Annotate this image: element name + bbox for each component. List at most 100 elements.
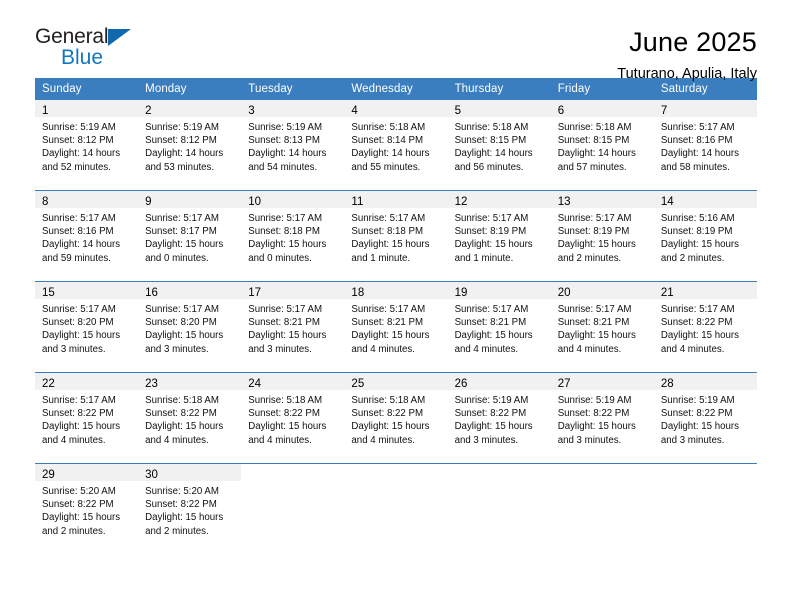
calendar-day-cell[interactable]: 11 Sunrise: 5:17 AM Sunset: 8:18 PM Dayligh… [344, 190, 448, 282]
day-details: Sunrise: 5:19 AM Sunset: 8:13 PM Daylight:… [241, 117, 344, 174]
calendar-day-cell[interactable]: 27 Sunrise: 5:19 AM Sunset: 8:22 PM Dayligh… [550, 372, 654, 464]
calendar-day-cell[interactable]: 4 Sunrise: 5:18 AM Sunset: 8:14 PM Daylight… [344, 100, 448, 191]
calendar-day-cell[interactable]: 13 Sunrise: 5:17 AM Sunset: 8:19 PM Dayligh… [550, 190, 654, 282]
sunrise-text: Sunrise: 5:17 AM [557, 304, 632, 315]
calendar-day-cell[interactable]: 19 Sunrise: 5:17 AM Sunset: 8:21 PM Dayligh… [447, 281, 551, 373]
day-number-band [448, 464, 551, 481]
day-number: 13 [557, 196, 571, 208]
calendar-day-cell[interactable]: 22 Sunrise: 5:17 AM Sunset: 8:22 PM Dayligh… [35, 372, 139, 464]
day-number-band: 3 [241, 100, 345, 117]
calendar-day-cell[interactable]: 30 Sunrise: 5:20 AM Sunset: 8:22 PM Dayligh… [138, 463, 242, 554]
day-number-band: 26 [447, 373, 551, 390]
calendar-day-cell[interactable]: 7 Sunrise: 5:17 AM Sunset: 8:16 PM Daylight… [653, 100, 757, 191]
day-number: 30 [145, 469, 158, 481]
sunrise-text: Sunrise: 5:17 AM [42, 213, 116, 224]
calendar-day-cell[interactable]: 14 Sunrise: 5:16 AM Sunset: 8:19 PM Dayligh… [653, 190, 757, 282]
generalblue-logo[interactable]: General Blue [35, 26, 155, 78]
day-number-band: 1 [35, 100, 139, 117]
daylight-text: Daylight: 15 hours and 3 minutes. [248, 330, 327, 355]
daylight-text: Daylight: 15 hours and 4 minutes. [145, 421, 224, 446]
day-cell-content: 5 Sunrise: 5:18 AM Sunset: 8:15 PM Daylight… [447, 100, 551, 190]
sunset-text: Sunset: 8:18 PM [351, 226, 424, 238]
sunset-text: Sunset: 8:22 PM [557, 408, 630, 420]
daylight-text: Daylight: 15 hours and 4 minutes. [351, 421, 430, 446]
day-number-band: 18 [344, 282, 448, 299]
day-number-band: 4 [344, 100, 448, 117]
day-cell-content [551, 464, 654, 554]
sunrise-text: Sunrise: 5:17 AM [42, 395, 116, 406]
calendar-day-cell[interactable]: 9 Sunrise: 5:17 AM Sunset: 8:17 PM Daylight… [138, 190, 242, 282]
day-cell-content: 6 Sunrise: 5:18 AM Sunset: 8:15 PM Daylight… [550, 100, 654, 190]
day-number: 4 [351, 105, 358, 117]
daylight-text: Daylight: 15 hours and 0 minutes. [248, 239, 327, 264]
day-number: 9 [145, 196, 152, 208]
day-number-band: 6 [550, 100, 654, 117]
day-details: Sunrise: 5:17 AM Sunset: 8:19 PM Daylight:… [448, 208, 551, 265]
day-cell-content [241, 464, 344, 554]
day-number: 6 [557, 105, 565, 117]
calendar-day-cell[interactable]: 2 Sunrise: 5:19 AM Sunset: 8:12 PM Daylight… [138, 100, 242, 191]
sunset-text: Sunset: 8:22 PM [660, 408, 733, 420]
day-cell-content: 22 Sunrise: 5:17 AM Sunset: 8:22 PM Dayligh… [35, 373, 139, 463]
daylight-text: Daylight: 15 hours and 1 minute. [351, 239, 430, 264]
calendar-day-cell[interactable]: 23 Sunrise: 5:18 AM Sunset: 8:22 PM Dayligh… [138, 372, 242, 464]
day-number: 21 [660, 287, 674, 299]
calendar-day-cell[interactable]: 10 Sunrise: 5:17 AM Sunset: 8:18 PM Dayligh… [241, 190, 345, 282]
day-details: Sunrise: 5:17 AM Sunset: 8:20 PM Daylight:… [35, 299, 138, 356]
calendar-week-row: 29 Sunrise: 5:20 AM Sunset: 8:22 PM Dayligh… [35, 463, 757, 554]
calendar-day-cell[interactable]: 5 Sunrise: 5:18 AM Sunset: 8:15 PM Daylight… [447, 100, 551, 191]
calendar-day-cell[interactable]: 17 Sunrise: 5:17 AM Sunset: 8:21 PM Dayligh… [241, 281, 345, 373]
day-number-band: 14 [653, 191, 757, 208]
calendar-day-cell[interactable]: 26 Sunrise: 5:19 AM Sunset: 8:22 PM Dayligh… [447, 372, 551, 464]
daylight-text: Daylight: 15 hours and 4 minutes. [248, 421, 327, 446]
calendar-day-cell[interactable]: 20 Sunrise: 5:17 AM Sunset: 8:21 PM Dayligh… [550, 281, 654, 373]
sunrise-text: Sunrise: 5:19 AM [145, 122, 219, 133]
logo-triangle-icon [108, 29, 131, 46]
day-details: Sunrise: 5:17 AM Sunset: 8:20 PM Daylight:… [138, 299, 241, 356]
calendar-day-cell[interactable]: 21 Sunrise: 5:17 AM Sunset: 8:22 PM Dayligh… [653, 281, 757, 373]
day-number: 29 [42, 469, 55, 481]
daylight-text: Daylight: 15 hours and 3 minutes. [557, 421, 636, 446]
calendar-day-cell[interactable]: 29 Sunrise: 5:20 AM Sunset: 8:22 PM Dayligh… [35, 463, 139, 554]
sunset-text: Sunset: 8:15 PM [557, 135, 630, 147]
day-details: Sunrise: 5:18 AM Sunset: 8:22 PM Daylight:… [138, 390, 241, 447]
title-block: June 2025 Tuturano, Apulia, Italy [617, 26, 757, 84]
day-cell-content: 23 Sunrise: 5:18 AM Sunset: 8:22 PM Dayligh… [138, 373, 242, 463]
day-cell-content: 8 Sunrise: 5:17 AM Sunset: 8:16 PM Daylight… [35, 191, 139, 281]
calendar-day-cell[interactable]: 6 Sunrise: 5:18 AM Sunset: 8:15 PM Daylight… [550, 100, 654, 191]
calendar-day-cell[interactable]: 18 Sunrise: 5:17 AM Sunset: 8:21 PM Dayligh… [344, 281, 448, 373]
weekday-header-sunday: Sunday [35, 78, 139, 100]
day-details: Sunrise: 5:17 AM Sunset: 8:18 PM Daylight:… [241, 208, 344, 265]
calendar-day-cell [344, 463, 448, 554]
sunrise-text: Sunrise: 5:18 AM [145, 395, 219, 406]
sunset-text: Sunset: 8:20 PM [42, 317, 114, 329]
day-number: 27 [557, 378, 571, 390]
daylight-text: Daylight: 14 hours and 54 minutes. [248, 148, 327, 173]
calendar-day-cell[interactable]: 16 Sunrise: 5:17 AM Sunset: 8:20 PM Dayligh… [138, 281, 242, 373]
sunrise-text: Sunrise: 5:17 AM [145, 213, 219, 224]
sunrise-text: Sunrise: 5:17 AM [248, 304, 323, 315]
sunrise-text: Sunrise: 5:20 AM [145, 486, 219, 497]
calendar-day-cell[interactable]: 25 Sunrise: 5:18 AM Sunset: 8:22 PM Dayligh… [344, 372, 448, 464]
weekday-header-monday: Monday [138, 78, 242, 100]
day-number: 12 [454, 196, 468, 208]
daylight-text: Daylight: 14 hours and 52 minutes. [42, 148, 121, 173]
sunrise-text: Sunrise: 5:19 AM [42, 122, 116, 133]
calendar-day-cell[interactable]: 15 Sunrise: 5:17 AM Sunset: 8:20 PM Dayligh… [35, 281, 139, 373]
day-cell-content: 17 Sunrise: 5:17 AM Sunset: 8:21 PM Dayligh… [241, 282, 345, 372]
page-title: June 2025 [629, 27, 757, 57]
day-cell-content: 11 Sunrise: 5:17 AM Sunset: 8:18 PM Dayligh… [344, 191, 448, 281]
day-details: Sunrise: 5:20 AM Sunset: 8:22 PM Daylight:… [138, 481, 241, 538]
calendar-day-cell[interactable]: 1 Sunrise: 5:19 AM Sunset: 8:12 PM Daylight… [35, 100, 139, 191]
calendar-day-cell[interactable]: 12 Sunrise: 5:17 AM Sunset: 8:19 PM Dayligh… [447, 190, 551, 282]
sunset-text: Sunset: 8:22 PM [42, 408, 114, 420]
sunset-text: Sunset: 8:18 PM [248, 226, 320, 238]
sunrise-text: Sunrise: 5:19 AM [660, 395, 735, 406]
calendar-day-cell[interactable]: 28 Sunrise: 5:19 AM Sunset: 8:22 PM Dayligh… [653, 372, 757, 464]
day-details: Sunrise: 5:17 AM Sunset: 8:21 PM Daylight:… [344, 299, 447, 356]
calendar-day-cell[interactable]: 8 Sunrise: 5:17 AM Sunset: 8:16 PM Daylight… [35, 190, 139, 282]
day-cell-content: 19 Sunrise: 5:17 AM Sunset: 8:21 PM Dayligh… [447, 282, 551, 372]
calendar-day-cell[interactable]: 3 Sunrise: 5:19 AM Sunset: 8:13 PM Daylight… [241, 100, 345, 191]
calendar-day-cell[interactable]: 24 Sunrise: 5:18 AM Sunset: 8:22 PM Dayligh… [241, 372, 345, 464]
daylight-text: Daylight: 15 hours and 4 minutes. [660, 330, 739, 355]
